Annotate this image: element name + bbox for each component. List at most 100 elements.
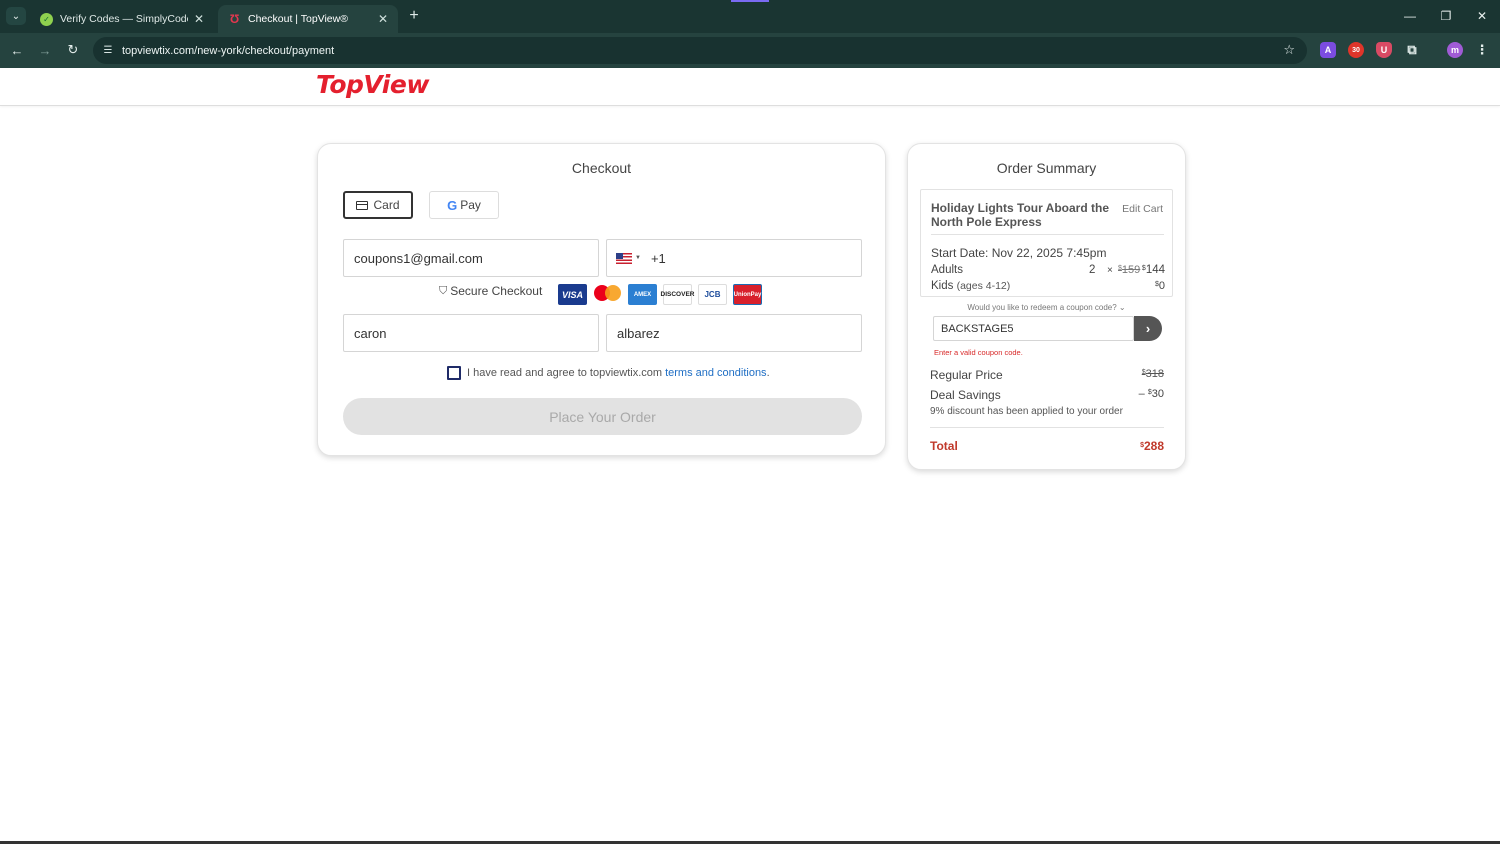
shield-extension-icon[interactable]: U xyxy=(1376,42,1392,58)
phone-field[interactable]: ▼ +1 xyxy=(606,239,862,277)
apply-coupon-button[interactable]: › xyxy=(1134,316,1162,341)
page: TopView Checkout Card G Pay coupons1@gma… xyxy=(0,68,1500,844)
total-row: Total $288 xyxy=(930,439,1164,453)
discover-logo: DISCOVER xyxy=(661,284,694,305)
last-name-value: albarez xyxy=(617,325,660,341)
url-text: topviewtix.com/new-york/checkout/payment xyxy=(122,44,335,57)
google-pay-button[interactable]: G Pay xyxy=(429,191,499,219)
minimize-button[interactable]: — xyxy=(1400,6,1420,26)
terms-agreement: I have read and agree to topviewtix.com … xyxy=(447,366,770,380)
adults-label: Adults xyxy=(931,264,963,276)
tab-title: Verify Codes — SimplyCodes xyxy=(60,13,188,25)
first-name-field[interactable]: caron xyxy=(343,314,599,352)
kids-age-range: (ages 4-12) xyxy=(956,280,1011,292)
secure-checkout-label: Secure Checkout xyxy=(450,284,543,298)
coupon-toggle[interactable]: Would you like to redeem a coupon code? … xyxy=(908,303,1185,312)
coupon-badge-extension-icon[interactable]: 30 xyxy=(1348,42,1364,58)
deal-savings-label: Deal Savings xyxy=(930,388,1001,402)
new-tab-button[interactable]: + xyxy=(405,6,423,26)
jcb-logo: JCB xyxy=(698,284,727,305)
topview-favicon-icon: Ʊ xyxy=(229,12,240,26)
tour-title: Holiday Lights Tour Aboard the North Pol… xyxy=(931,201,1109,229)
close-window-button[interactable]: ✕ xyxy=(1472,6,1492,26)
browser-toolbar: ← → ↻ ☰ topviewtix.com/new-york/checkout… xyxy=(0,33,1500,68)
adults-new-price: $144 xyxy=(1141,264,1165,276)
agree-end: . xyxy=(766,367,770,379)
regular-price-value: $318 xyxy=(1141,368,1164,380)
kids-row-label: Kids (ages 4-12) xyxy=(931,280,1010,292)
restore-button[interactable]: ❐ xyxy=(1436,6,1456,26)
chevron-right-icon: › xyxy=(1145,321,1151,336)
reload-button[interactable]: ↻ xyxy=(63,40,83,60)
times-sign: × xyxy=(1107,265,1113,276)
amex-logo: AMEX xyxy=(628,284,657,305)
us-flag-icon[interactable] xyxy=(616,252,632,264)
coupon-question: Would you like to redeem a coupon code? xyxy=(967,303,1117,312)
extensions-puzzle-icon[interactable]: ⧉ xyxy=(1404,42,1420,58)
topview-logo[interactable]: TopView xyxy=(316,70,429,99)
divider xyxy=(930,427,1164,428)
adults-quantity: 2 xyxy=(1089,264,1096,276)
total-label: Total xyxy=(930,439,958,453)
start-date: Start Date: Nov 22, 2025 7:45pm xyxy=(931,246,1107,260)
visa-logo: VISA xyxy=(558,284,587,305)
coupon-error: Enter a valid coupon code. xyxy=(934,348,1023,357)
card-logos: VISA AMEX DISCOVER JCB UnionPay xyxy=(558,284,762,305)
order-summary-card: Order Summary Holiday Lights Tour Aboard… xyxy=(907,143,1186,470)
address-bar[interactable]: ☰ topviewtix.com/new-york/checkout/payme… xyxy=(93,37,1307,64)
first-name-value: caron xyxy=(354,325,387,341)
back-button[interactable]: ← xyxy=(7,40,27,60)
deal-savings-value: – $30 xyxy=(1138,388,1164,400)
agree-text: I have read and agree to topviewtix.com xyxy=(467,367,663,379)
coupon-value: BACKSTAGE5 xyxy=(941,322,1014,335)
tab-topview-checkout[interactable]: Ʊ Checkout | TopView® ✕ xyxy=(218,5,398,33)
site-settings-icon[interactable]: ☰ xyxy=(100,43,116,59)
regular-price-label: Regular Price xyxy=(930,368,1003,382)
chevron-down-icon[interactable]: ▼ xyxy=(635,255,641,261)
divider xyxy=(931,234,1164,235)
close-tab-icon[interactable]: ✕ xyxy=(378,12,388,26)
browser-menu-icon[interactable]: ⋮ xyxy=(1474,42,1490,58)
checkout-card: Checkout Card G Pay coupons1@gmail.com ▼… xyxy=(317,143,886,456)
kids-label: Kids xyxy=(931,280,954,292)
tab-search-button[interactable]: ⌄ xyxy=(6,7,26,25)
coupon-input[interactable]: BACKSTAGE5 xyxy=(933,316,1134,341)
mastercard-logo xyxy=(593,284,622,305)
deal-savings-row: Deal Savings – $30 xyxy=(930,388,1164,402)
email-value: coupons1@gmail.com xyxy=(354,250,483,266)
close-tab-icon[interactable]: ✕ xyxy=(194,12,204,26)
bookmark-star-icon[interactable]: ☆ xyxy=(1283,42,1295,58)
site-header: TopView xyxy=(0,68,1500,106)
secure-checkout: ⛉ Secure Checkout xyxy=(439,284,542,298)
discount-note: 9% discount has been applied to your ord… xyxy=(930,406,1123,417)
credit-card-icon xyxy=(356,200,369,210)
browser-tab-bar: ⌄ ✓ Verify Codes — SimplyCodes ✕ Ʊ Check… xyxy=(0,0,1500,33)
terms-checkbox[interactable] xyxy=(447,366,461,380)
unionpay-logo: UnionPay xyxy=(733,284,762,305)
regular-price-row: Regular Price $318 xyxy=(930,368,1164,382)
tab-simplycodes[interactable]: ✓ Verify Codes — SimplyCodes ✕ xyxy=(30,5,214,33)
last-name-field[interactable]: albarez xyxy=(606,314,862,352)
total-value: $288 xyxy=(1140,439,1164,453)
tab-title: Checkout | TopView® xyxy=(248,13,348,25)
card-label: Card xyxy=(373,198,400,212)
terms-link[interactable]: terms and conditions xyxy=(665,367,767,379)
a-extension-icon[interactable]: A xyxy=(1320,42,1336,58)
checkout-title: Checkout xyxy=(571,160,632,176)
profile-avatar[interactable]: m xyxy=(1447,42,1463,58)
adults-old-price: $159 xyxy=(1118,264,1141,276)
order-summary-title: Order Summary xyxy=(996,160,1097,176)
gpay-label: Pay xyxy=(460,198,481,212)
tab-bar-accent xyxy=(731,0,769,2)
email-field[interactable]: coupons1@gmail.com xyxy=(343,239,599,277)
cart-item: Holiday Lights Tour Aboard the North Pol… xyxy=(920,189,1173,297)
edit-cart-link[interactable]: Edit Cart xyxy=(1122,203,1163,215)
simplycodes-favicon-icon: ✓ xyxy=(40,12,53,26)
place-order-button[interactable]: Place Your Order xyxy=(343,398,862,435)
shield-icon: ⛉ xyxy=(439,284,448,297)
chevron-down-icon: ⌄ xyxy=(1118,303,1126,312)
card-payment-button[interactable]: Card xyxy=(343,191,413,219)
forward-button[interactable]: → xyxy=(35,40,55,60)
phone-country-code: +1 xyxy=(650,250,666,266)
kids-price: $0 xyxy=(1154,280,1165,292)
